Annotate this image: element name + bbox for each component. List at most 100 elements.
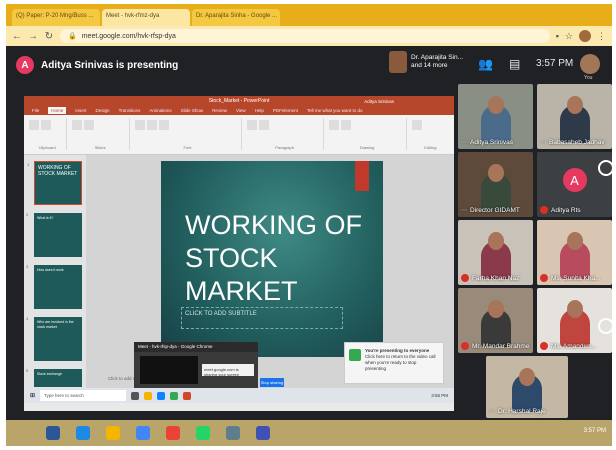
edge-icon[interactable] [157, 391, 166, 400]
meet-icon [349, 349, 361, 361]
forward-icon[interactable]: → [28, 31, 38, 42]
thumbnail-number: 2 [26, 212, 29, 217]
profile-avatar[interactable] [579, 30, 591, 42]
more-options-icon[interactable]: ⋯ [540, 139, 546, 146]
thumbnail-text: WORKING OF STOCK MARKET [38, 165, 78, 177]
ribbon-tab[interactable]: PDFelement [273, 108, 298, 113]
browser-tab[interactable]: (Q) Paper: P-20 Mng/Buss ... [12, 9, 100, 26]
participant-name: Ms. Sunita Kha... [551, 274, 601, 282]
ribbon-tab[interactable]: View [236, 108, 246, 113]
arrange-icon[interactable] [341, 120, 352, 130]
slide-accent-bar [355, 161, 369, 191]
participant-tile[interactable]: Ms. Sunita Kha... [537, 220, 612, 285]
presenter-avatar: A [16, 56, 34, 74]
ribbon-group-label: Clipboard [38, 145, 56, 150]
ribbon-tab[interactable]: Slide Show [181, 108, 204, 113]
task-view-icon[interactable] [131, 391, 140, 400]
ribbon-group-slides: Slides [71, 118, 131, 150]
browser-tab[interactable]: Dr. Aparajita Sinha - Google ... [192, 9, 280, 26]
layout-icon[interactable] [84, 120, 95, 130]
participant-tile[interactable]: Mr. Mandar Brahme [458, 288, 533, 353]
participant-face [487, 300, 504, 318]
screen-share-preview: Meet - hvk-rfsp-dya - Google Chrome meet… [134, 342, 258, 390]
windows-start-icon[interactable] [46, 426, 60, 440]
underline-icon[interactable] [159, 120, 170, 130]
participant-tile[interactable]: ⋯ Babasaheb Jadhav [537, 84, 612, 149]
participant-tile[interactable]: ⋯ Director GIDAMT [458, 152, 533, 217]
file-explorer-icon[interactable] [144, 391, 153, 400]
windows-start-icon[interactable]: ⊞ [30, 392, 35, 399]
chat-icon[interactable]: ▤ [509, 57, 520, 71]
browser-tab-active[interactable]: Meet - hvk-rfmz-dya [102, 9, 190, 26]
file-explorer-icon[interactable] [106, 426, 120, 440]
slide-thumbnail[interactable]: 1 WORKING OF STOCK MARKET [27, 161, 82, 205]
back-icon[interactable]: ← [12, 31, 22, 42]
ribbon-tab[interactable]: Review [212, 108, 227, 113]
slide-thumbnails-pane: 1 WORKING OF STOCK MARKET 2 What is it? … [24, 155, 86, 403]
ribbon-group-label: Editing [424, 145, 437, 150]
windows-search-box[interactable]: Type here to search [40, 390, 127, 401]
mic-muted-icon [540, 342, 548, 350]
camera-icon[interactable]: ▪ [556, 31, 559, 41]
edge-icon[interactable] [76, 426, 90, 440]
find-icon[interactable] [411, 120, 422, 130]
slide-thumbnail[interactable]: 2 What is it? [26, 212, 82, 257]
thumbnail-text: Stock exchange [37, 372, 62, 376]
presenting-toast[interactable]: You're presenting to everyone Click here… [344, 342, 444, 384]
shapes-icon[interactable] [329, 120, 340, 130]
ribbon-tab[interactable]: Insert [75, 108, 86, 113]
whatsapp-icon[interactable] [196, 426, 210, 440]
participant-tile[interactable]: ⋯ Dr. Harshal Raje [486, 356, 568, 418]
participant-tile[interactable]: Farha Khan Naz [458, 220, 533, 285]
ribbon-tab[interactable]: Design [96, 108, 110, 113]
ribbon-tab[interactable]: Animations [149, 108, 171, 113]
people-icon[interactable]: 👥 [478, 57, 493, 71]
participant-tile[interactable]: A Aditya Rts [537, 152, 612, 217]
bold-icon[interactable] [135, 120, 146, 130]
participants-summary[interactable]: Dr. Aparajita Sin... and 14 more [389, 51, 463, 73]
slide-thumbnail[interactable]: 3 How does it work [26, 264, 82, 309]
slide-thumbnail[interactable]: 5 Stock exchange [26, 368, 82, 387]
star-icon[interactable]: ☆ [565, 31, 573, 42]
menu-dots-icon[interactable]: ⋮ [597, 31, 606, 42]
word-icon[interactable] [256, 426, 270, 440]
slide-title-line: WORKING OF [185, 210, 362, 240]
subtitle-placeholder[interactable]: CLICK TO ADD SUBTITLE [181, 307, 343, 329]
slide-title[interactable]: WORKING OF STOCK MARKET [185, 209, 362, 308]
reload-icon[interactable]: ↻ [44, 31, 54, 42]
mail-icon[interactable] [136, 426, 150, 440]
stop-sharing-button[interactable]: Stop sharing [260, 378, 284, 387]
new-slide-icon[interactable] [72, 120, 83, 130]
chrome-icon[interactable] [166, 426, 180, 440]
thumbnail-number: 5 [26, 368, 29, 373]
current-slide[interactable]: WORKING OF STOCK MARKET CLICK TO ADD SUB… [161, 161, 383, 357]
participant-name: Director GIDAMT [470, 207, 520, 214]
tell-me-box[interactable]: Tell me what you want to do [307, 108, 363, 113]
ribbon-tab[interactable]: File [32, 108, 39, 113]
ribbon-tab[interactable]: Transitions [119, 108, 141, 113]
self-avatar[interactable] [580, 54, 600, 74]
photos-icon[interactable] [226, 426, 240, 440]
ribbon-tab[interactable]: Help [255, 108, 264, 113]
refresh-icon[interactable] [598, 160, 612, 176]
align-icon[interactable] [258, 120, 269, 130]
powerpoint-icon[interactable] [183, 391, 192, 400]
participant-thumbnail [389, 51, 407, 73]
paste-icon[interactable] [29, 120, 39, 130]
italic-icon[interactable] [147, 120, 158, 130]
slide-thumbnail[interactable]: 4 Who are involved in the stock market [26, 316, 82, 361]
participant-face [519, 368, 535, 386]
powerpoint-title: Stock_Market - PowerPoint [208, 98, 270, 104]
more-options-icon[interactable]: ⋯ [489, 408, 495, 415]
participant-tile[interactable]: ⋯ Aditya Srinivas [458, 84, 533, 149]
chrome-icon[interactable] [170, 391, 179, 400]
more-options-icon[interactable]: ⋯ [461, 207, 467, 214]
cut-icon[interactable] [41, 120, 51, 130]
bullets-icon[interactable] [246, 120, 257, 130]
refresh-icon[interactable] [598, 318, 612, 334]
url-field[interactable]: 🔒 meet.google.com/hvk-rfsp-dya [60, 29, 550, 43]
self-label: You [584, 75, 593, 81]
ribbon-tab-active[interactable]: Home [48, 107, 67, 114]
participant-tile[interactable]: Ms. Amanden... [537, 288, 612, 353]
more-options-icon[interactable]: ⋯ [461, 139, 467, 146]
